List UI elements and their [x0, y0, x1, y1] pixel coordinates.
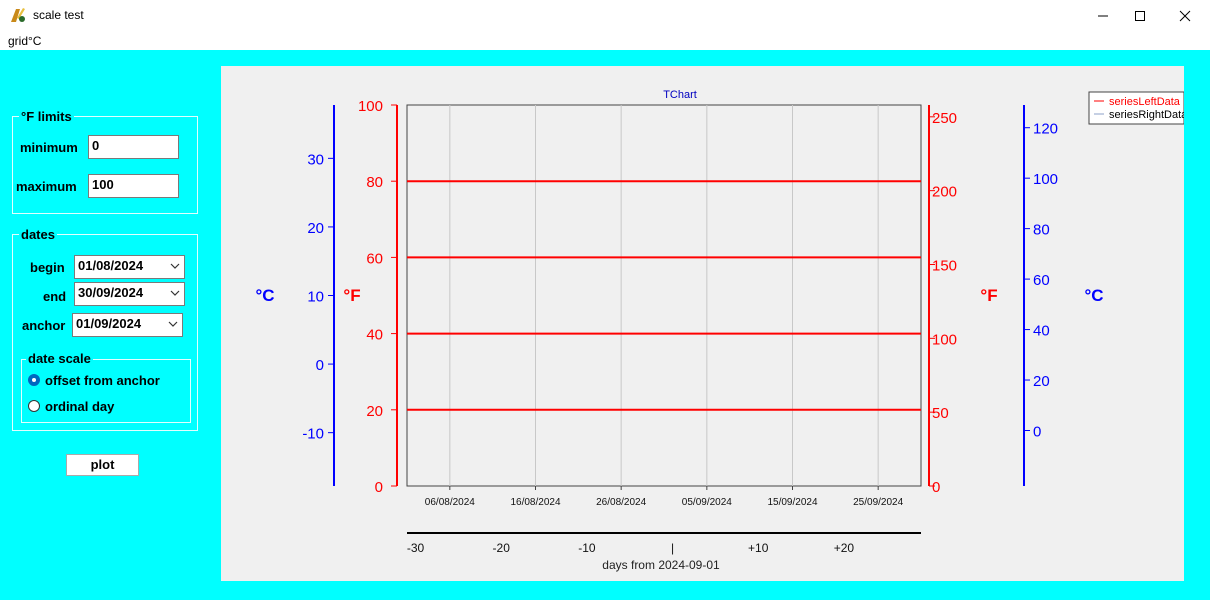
right-fahrenheit-axis-title: °F — [980, 286, 997, 305]
offset-tick-label: -10 — [578, 541, 596, 555]
left-f-tick-label: 0 — [375, 479, 383, 496]
x-tick-label-1: 16/08/2024 — [510, 497, 560, 508]
left-c-tick-label: 20 — [307, 220, 324, 237]
f-limits-group — [12, 116, 198, 214]
menu-item-grid-celsius[interactable]: grid°C — [8, 34, 41, 48]
end-date-picker[interactable]: 30/09/2024 — [74, 282, 185, 306]
client-area: °F limits minimum 0 maximum 100 dates be… — [0, 50, 1210, 600]
maximize-icon — [1135, 11, 1145, 21]
right-f-tick-label: 50 — [932, 405, 949, 422]
legend-item-left: seriesLeftData — [1109, 96, 1181, 108]
date-scale-legend: date scale — [26, 351, 93, 366]
right-f-tick-label: 100 — [932, 331, 957, 348]
maximize-button[interactable] — [1117, 0, 1163, 32]
right-f-tick-label: 250 — [932, 110, 957, 127]
chart-panel: 06/08/2024 16/08/2024 26/08/2024 05/09/2024… — [221, 66, 1188, 581]
minimum-input[interactable]: 0 — [88, 135, 179, 159]
app-icon — [11, 8, 25, 22]
left-c-tick-label: 10 — [307, 289, 324, 306]
left-c-tick-label: 30 — [307, 151, 324, 168]
right-f-tick-label: 0 — [932, 479, 940, 496]
left-f-tick-label: 80 — [366, 174, 383, 191]
right-c-tick-label: 40 — [1033, 323, 1050, 340]
anchor-label: anchor — [22, 318, 66, 333]
close-button[interactable] — [1162, 0, 1208, 32]
left-fahrenheit-axis-title: °F — [343, 286, 360, 305]
begin-label: begin — [30, 260, 65, 275]
right-c-tick-label: 80 — [1033, 222, 1050, 239]
title-bar: scale test — [0, 0, 1210, 32]
offset-tick-label: +10 — [748, 541, 769, 555]
right-c-tick-label: 120 — [1033, 121, 1058, 138]
maximum-input[interactable]: 100 — [88, 174, 179, 198]
chart: 06/08/2024 16/08/2024 26/08/2024 05/09/2024… — [255, 89, 1188, 572]
right-c-tick-label: 60 — [1033, 272, 1050, 289]
end-label: end — [43, 289, 67, 304]
x-tick-label-0: 06/08/2024 — [425, 497, 475, 508]
chart-legend: seriesLeftData seriesRightData — [1088, 91, 1188, 125]
plot-button[interactable]: plot — [66, 454, 139, 476]
right-celsius-axis-title: °C — [1084, 286, 1103, 305]
anchor-date-value: 01/09/2024 — [76, 316, 142, 331]
left-f-tick-label: 60 — [366, 250, 383, 267]
begin-date-picker[interactable]: 01/08/2024 — [74, 255, 185, 279]
left-celsius-axis-title: °C — [255, 286, 274, 305]
chevron-down-icon — [170, 263, 180, 269]
legend-item-right: seriesRightData — [1109, 109, 1184, 121]
left-c-tick-label: 0 — [316, 357, 324, 374]
offset-tick-label: -30 — [407, 541, 425, 555]
x-tick-label-4: 15/09/2024 — [767, 497, 817, 508]
offset-tick-label: +20 — [834, 541, 855, 555]
left-f-tick-label: 40 — [366, 327, 383, 344]
plot-area — [406, 104, 922, 487]
minimum-label: minimum — [20, 140, 78, 155]
right-c-tick-label: 0 — [1033, 423, 1041, 440]
maximum-label: maximum — [16, 179, 77, 194]
ordinal-day-label[interactable]: ordinal day — [45, 399, 114, 414]
x-tick-label-5: 25/09/2024 — [853, 497, 903, 508]
close-icon — [1179, 10, 1191, 22]
left-f-tick-label: 20 — [366, 403, 383, 420]
x-tick-label-2: 26/08/2024 — [596, 497, 646, 508]
right-f-tick-label: 150 — [932, 257, 957, 274]
ordinal-day-radio[interactable] — [28, 400, 40, 412]
offset-from-anchor-label[interactable]: offset from anchor — [45, 373, 160, 388]
left-c-tick-label: -10 — [302, 426, 324, 443]
right-c-tick-label: 20 — [1033, 373, 1050, 390]
chart-title: TChart — [663, 89, 697, 101]
left-f-tick-label: 100 — [358, 98, 383, 115]
menu-bar: grid°C — [0, 32, 1210, 50]
end-date-value: 30/09/2024 — [78, 285, 144, 300]
chevron-down-icon — [168, 321, 178, 327]
f-limits-legend: °F limits — [19, 109, 74, 124]
x-tick-label-3: 05/09/2024 — [682, 497, 732, 508]
begin-date-value: 01/08/2024 — [78, 258, 144, 273]
right-c-tick-label: 100 — [1033, 171, 1058, 188]
minimize-icon — [1098, 15, 1108, 17]
right-f-tick-label: 200 — [932, 184, 957, 201]
offset-axis-title: days from 2024-09-01 — [602, 558, 720, 572]
dates-legend: dates — [19, 227, 57, 242]
offset-tick-label: -20 — [493, 541, 511, 555]
chevron-down-icon — [170, 290, 180, 296]
offset-tick-label: | — [671, 541, 674, 555]
anchor-date-picker[interactable]: 01/09/2024 — [72, 313, 183, 337]
window-title: scale test — [33, 8, 84, 22]
offset-from-anchor-radio[interactable] — [28, 374, 40, 386]
